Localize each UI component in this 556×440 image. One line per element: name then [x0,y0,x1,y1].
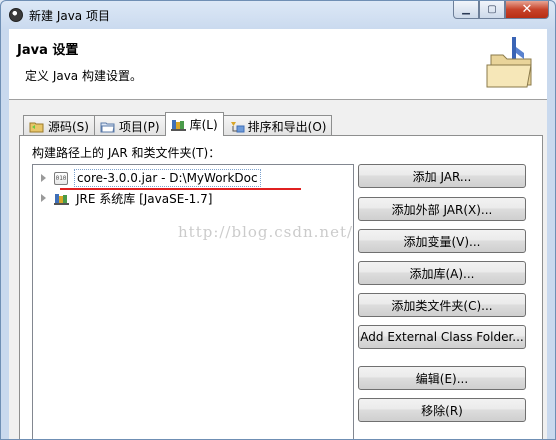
maximize-button[interactable]: ▢ [479,1,505,19]
build-path-label: 构建路径上的 JAR 和类文件夹(T)： [32,146,221,160]
tab-libraries-label: 库(L) [189,118,218,132]
tab-projects[interactable]: 项目(P) [93,115,166,136]
maximize-icon: ▢ [487,4,497,15]
minimize-icon: ▁ [462,4,470,15]
source-folder-icon [29,120,45,133]
wizard-header: Java 设置 定义 Java 构建设置。 [9,29,547,99]
tab-order-export-label: 排序和导出(O) [247,119,327,134]
library-icon [54,192,70,205]
minimize-button[interactable]: ▁ [453,1,479,19]
close-button[interactable]: ✕ [505,1,549,19]
order-export-icon [229,120,245,133]
tab-libraries[interactable]: 库(L) [164,112,224,136]
jar-icon-text: 010 [55,174,67,182]
close-icon: ✕ [521,2,533,17]
java-folder-wizard-icon [486,37,532,88]
tab-strip: 源码(S) 项目(P) 库(L) 排序和导出(O) [23,112,333,136]
libraries-panel: 构建路径上的 JAR 和类文件夹(T)： 010 core-3.0.0.jar … [19,135,543,439]
tree-item-label: core-3.0.0.jar - D:\MyWorkDoc [74,169,261,187]
window-controls: ▁ ▢ ✕ [453,1,549,19]
add-variable-button[interactable]: 添加变量(V)... [358,229,526,253]
page-description: 定义 Java 构建设置。 [25,69,142,83]
jar-icon: 010 [54,171,68,185]
wizard-body: 源码(S) 项目(P) 库(L) 排序和导出(O) 构建路径上的 JAR 和类文… [9,99,547,439]
tab-source-label: 源码(S) [48,119,89,134]
add-library-button[interactable]: 添加库(A)... [358,261,526,285]
edit-button[interactable]: 编辑(E)... [358,366,526,390]
window-title: 新建 Java 项目 [29,8,110,23]
build-path-tree[interactable]: 010 core-3.0.0.jar - D:\MyWorkDoc JRE 系统… [32,164,354,439]
project-icon [100,120,116,133]
tree-item-jre-library[interactable]: JRE 系统库 [JavaSE-1.7] [33,188,212,208]
new-java-project-window: 新建 Java 项目 ▁ ▢ ✕ Java 设置 定义 Java 构建设置。 源… [0,0,556,440]
tab-order-export[interactable]: 排序和导出(O) [222,115,333,136]
expand-arrow-icon[interactable] [41,194,46,202]
library-icon [170,118,187,131]
remove-button[interactable]: 移除(R) [358,398,526,422]
add-class-folder-button[interactable]: 添加类文件夹(C)... [358,293,526,317]
watermark-text: http://blog.csdn.net/ [178,223,354,241]
expand-arrow-icon[interactable] [41,174,46,182]
eclipse-icon [9,8,23,22]
add-jar-button[interactable]: 添加 JAR... [358,164,526,188]
add-external-jar-button[interactable]: 添加外部 JAR(X)... [358,197,526,221]
title-bar[interactable]: 新建 Java 项目 ▁ ▢ ✕ [1,1,555,29]
page-title: Java 设置 [17,43,79,58]
tree-item-label: JRE 系统库 [JavaSE-1.7] [76,191,213,206]
add-external-class-folder-button[interactable]: Add External Class Folder... [358,325,526,349]
tree-item-core-jar[interactable]: 010 core-3.0.0.jar - D:\MyWorkDoc [33,168,261,188]
tab-source[interactable]: 源码(S) [23,115,95,136]
tab-projects-label: 项目(P) [118,119,160,134]
